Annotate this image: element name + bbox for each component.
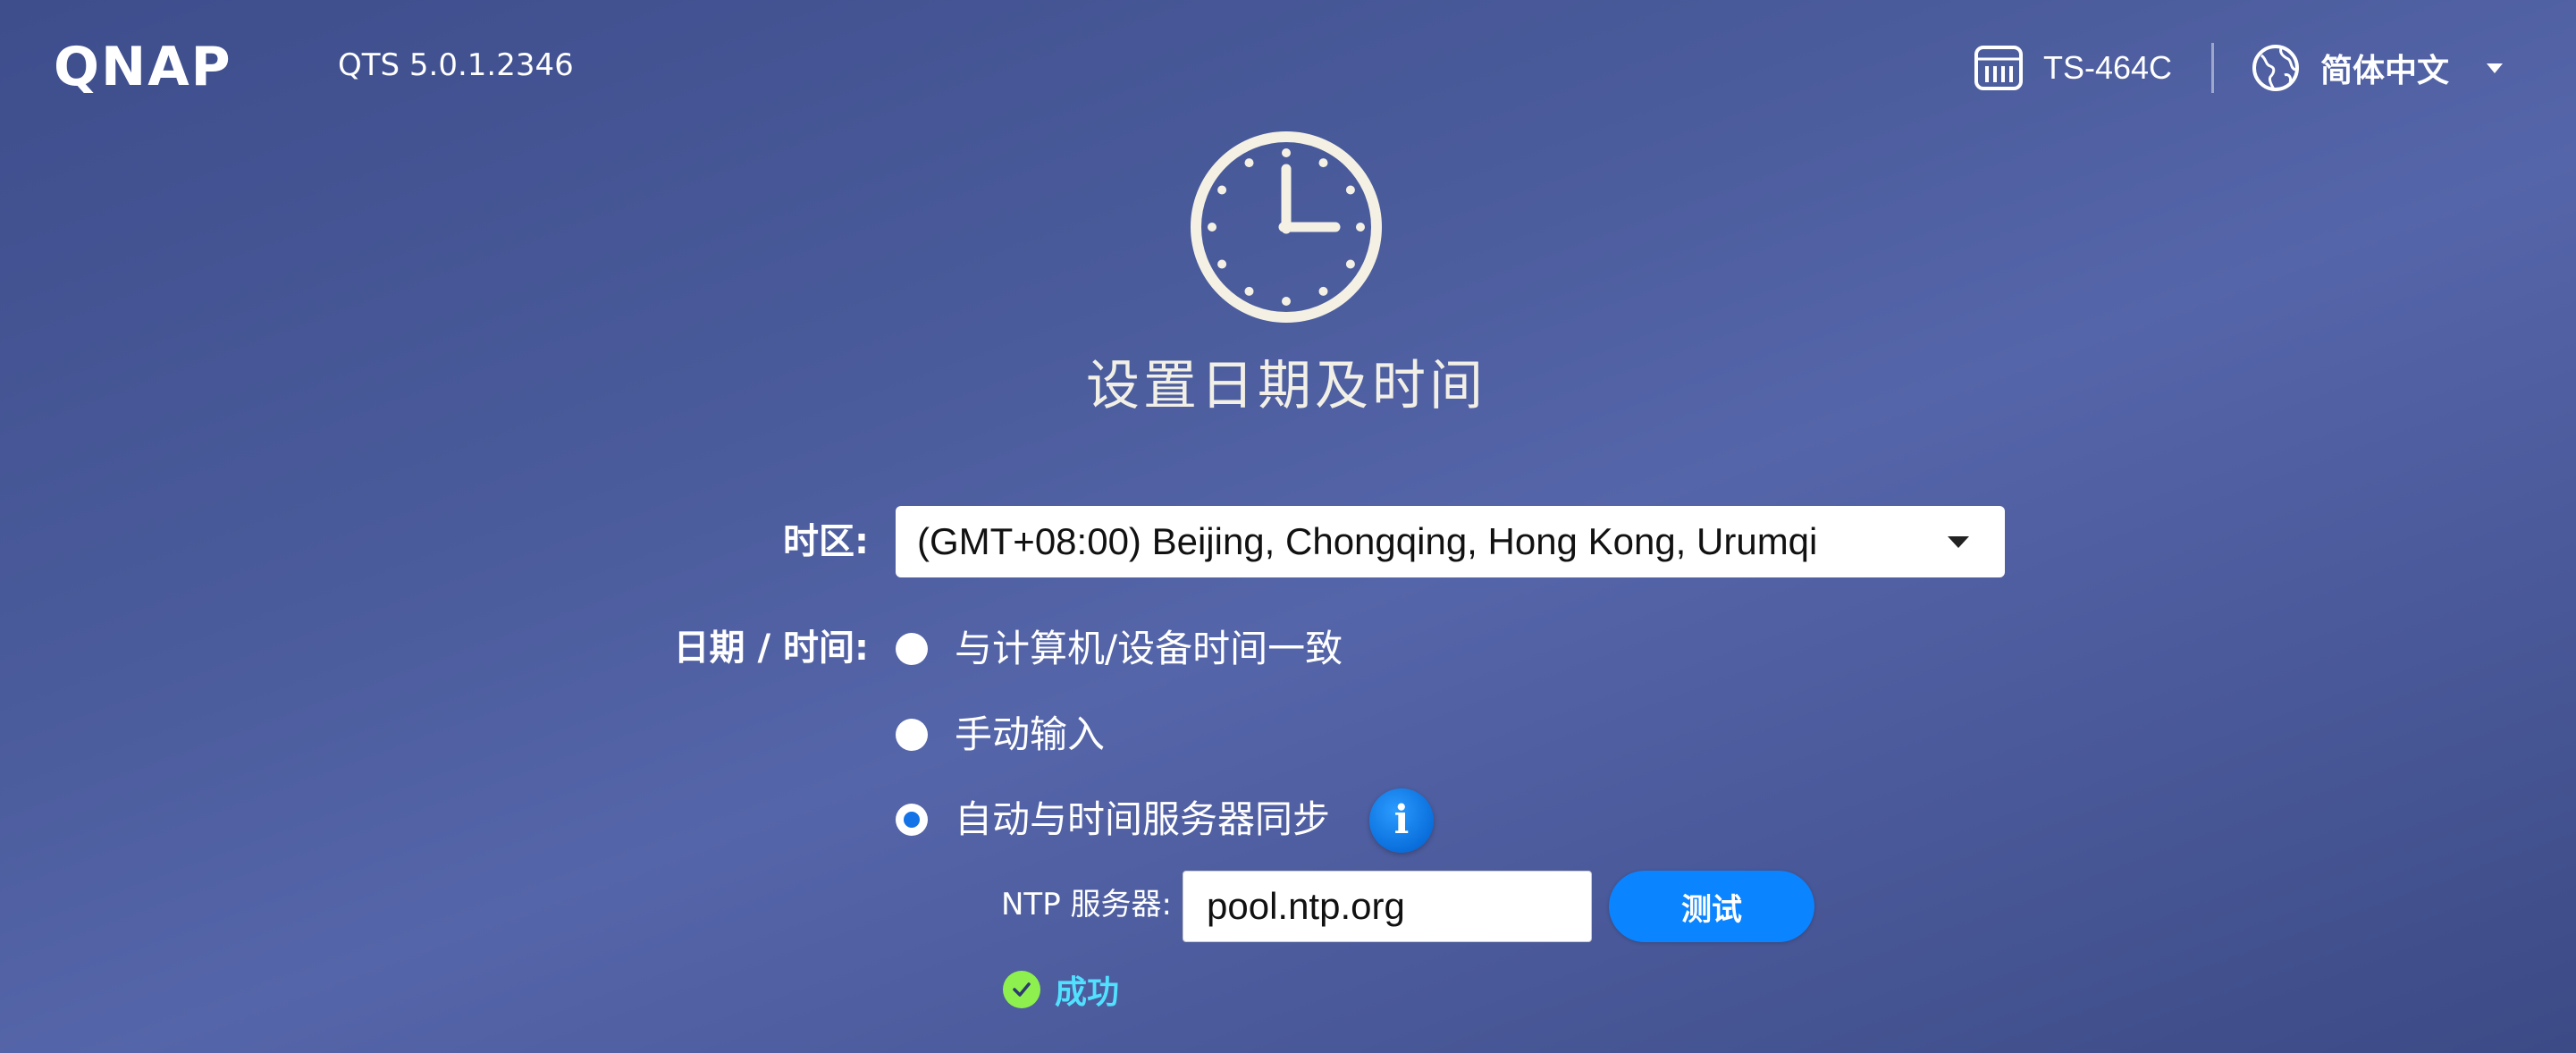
radio-label: 与计算机/设备时间一致	[955, 627, 1343, 670]
language-label: 简体中文	[2320, 53, 2450, 89]
info-icon: i	[1393, 797, 1410, 843]
chevron-down-icon	[1948, 536, 1969, 548]
language-selector[interactable]: 简体中文	[2251, 39, 2504, 97]
radio-manual-input[interactable]: 手动输入	[896, 706, 1105, 763]
firmware-version: QTS 5.0.1.2346	[338, 47, 574, 83]
model-name: TS-464C	[2043, 49, 2173, 86]
timezone-value: (GMT+08:00) Beijing, Chongqing, Hong Kon…	[917, 520, 1818, 562]
ntp-server-input[interactable]	[1183, 871, 1592, 942]
check-circle-icon	[1003, 971, 1040, 1008]
radio-label: 手动输入	[955, 712, 1106, 756]
radio-button-checked[interactable]	[896, 804, 928, 836]
header-divider	[2211, 43, 2214, 93]
qnap-logo: QNAP	[54, 36, 232, 98]
ntp-test-status: 成功	[1003, 969, 1120, 1011]
status-text: 成功	[1055, 974, 1120, 1011]
test-button[interactable]: 测试	[1609, 871, 1814, 942]
radio-button[interactable]	[896, 719, 928, 751]
datetime-label: 日期 / 时间:	[673, 628, 869, 669]
chevron-down-icon	[2487, 63, 2504, 73]
radio-sync-with-computer[interactable]: 与计算机/设备时间一致	[896, 620, 1343, 678]
timezone-select[interactable]: (GMT+08:00) Beijing, Chongqing, Hong Kon…	[896, 506, 2005, 577]
nas-device-icon	[1974, 46, 2023, 90]
device-model: TS-464C	[1974, 41, 2172, 95]
clock-icon	[1191, 131, 1382, 323]
info-button[interactable]: i	[1369, 788, 1434, 853]
radio-button[interactable]	[896, 633, 928, 665]
radio-label: 自动与时间服务器同步	[955, 797, 1331, 841]
radio-ntp-sync[interactable]: 自动与时间服务器同步	[896, 791, 1330, 848]
page-title: 设置日期及时间	[1086, 355, 1486, 417]
logo-text: QNAP	[54, 36, 232, 98]
timezone-label: 时区:	[783, 521, 869, 562]
globe-icon	[2252, 45, 2299, 91]
ntp-server-label: NTP 服务器:	[1001, 887, 1172, 922]
